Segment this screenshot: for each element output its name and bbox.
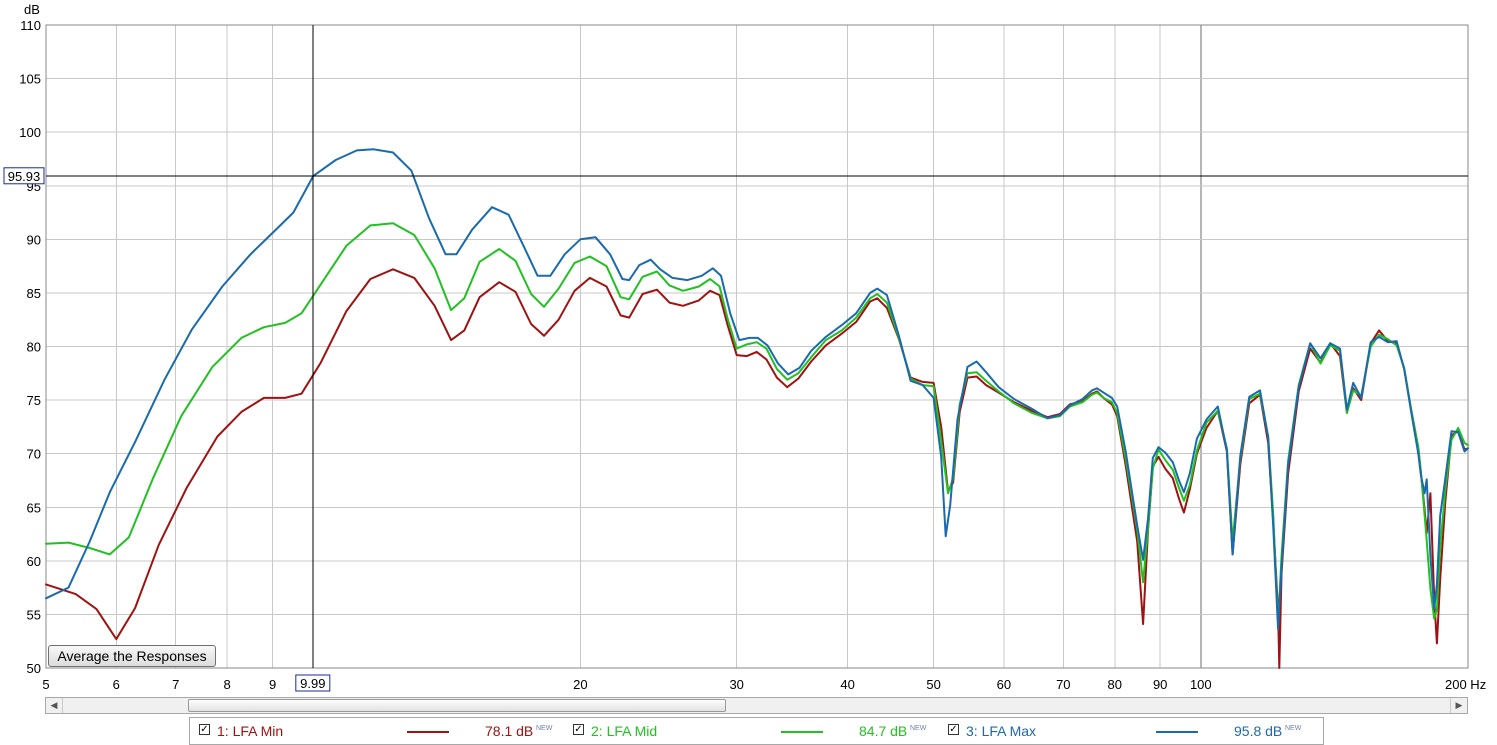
x-tick-label: 8 (224, 677, 231, 692)
legend-item-lfa-min: ✓ 1: LFA Min 78.1 dB NEW (195, 718, 570, 744)
y-tick-label: 110 (20, 18, 41, 33)
y-tick-label: 65 (27, 500, 41, 515)
y-unit-label: dB (24, 2, 40, 17)
x-tick-label: 7 (172, 677, 179, 692)
cursor-y-readout: 95.93 (8, 169, 41, 184)
legend-swatch-lfa-mid (781, 731, 823, 733)
legend-item-lfa-max: ✓ 3: LFA Max 95.8 dB NEW (944, 718, 1319, 744)
legend-name-lfa-max: 3: LFA Max (966, 723, 1037, 739)
x-tick-label: 20 (573, 677, 587, 692)
legend-level-lfa-mid: 84.7 dB (859, 723, 908, 739)
x-tick-label: 50 (926, 677, 940, 692)
legend-name-lfa-min: 1: LFA Min (217, 723, 284, 739)
checkbox-lfa-max[interactable]: ✓ (948, 724, 959, 735)
x-tick-label: 200 Hz (1445, 677, 1486, 692)
y-tick-label: 105 (19, 72, 41, 87)
y-tick-label: 60 (27, 554, 41, 569)
y-tick-label: 100 (19, 125, 41, 140)
y-tick-label: 75 (27, 393, 41, 408)
horizontal-scrollbar[interactable]: ◀ ▶ (45, 697, 1468, 714)
y-tick-label: 85 (27, 286, 41, 301)
scroll-thumb[interactable] (188, 699, 726, 712)
new-badge: NEW (536, 725, 553, 732)
average-responses-button[interactable]: Average the Responses (48, 645, 216, 667)
y-tick-label: 90 (27, 232, 41, 247)
new-badge: NEW (1285, 725, 1302, 732)
cursor-x-readout: 9.99 (300, 676, 325, 691)
x-tick-label: 5 (42, 677, 49, 692)
frequency-response-chart: 50556065707580859095100105110dB5 6 7 8 9 20 30… (3, 2, 1486, 692)
x-tick-label: 40 (840, 677, 854, 692)
x-tick-label: 90 (1153, 677, 1167, 692)
scroll-right-icon[interactable]: ▶ (1450, 698, 1467, 713)
checkbox-lfa-min[interactable]: ✓ (199, 724, 210, 735)
y-tick-label: 55 (27, 607, 41, 622)
new-badge: NEW (910, 725, 927, 732)
legend-swatch-lfa-min (407, 731, 449, 733)
y-tick-label: 50 (27, 661, 41, 676)
x-tick-label: 80 (1108, 677, 1122, 692)
y-tick-label: 70 (27, 447, 41, 462)
x-tick-label: 9 (269, 677, 276, 692)
checkbox-lfa-mid[interactable]: ✓ (573, 724, 584, 735)
legend-swatch-lfa-max (1156, 731, 1198, 733)
x-tick-label: 60 (997, 677, 1011, 692)
legend-item-lfa-mid: ✓ 2: LFA Mid 84.7 dB NEW (569, 718, 944, 744)
legend-name-lfa-mid: 2: LFA Mid (591, 723, 658, 739)
legend-level-lfa-max: 95.8 dB (1234, 723, 1283, 739)
x-tick-label: 70 (1056, 677, 1070, 692)
legend-level-lfa-min: 78.1 dB (485, 723, 534, 739)
x-tick-label: 100 (1190, 677, 1212, 692)
x-tick-label: 6 (113, 677, 120, 692)
scroll-left-icon[interactable]: ◀ (46, 698, 63, 713)
x-tick-label: 30 (729, 677, 743, 692)
legend-panel: ✓ 1: LFA Min 78.1 dB NEW ✓ 2: LFA Mid 84… (189, 717, 1324, 745)
y-tick-label: 80 (27, 340, 41, 355)
